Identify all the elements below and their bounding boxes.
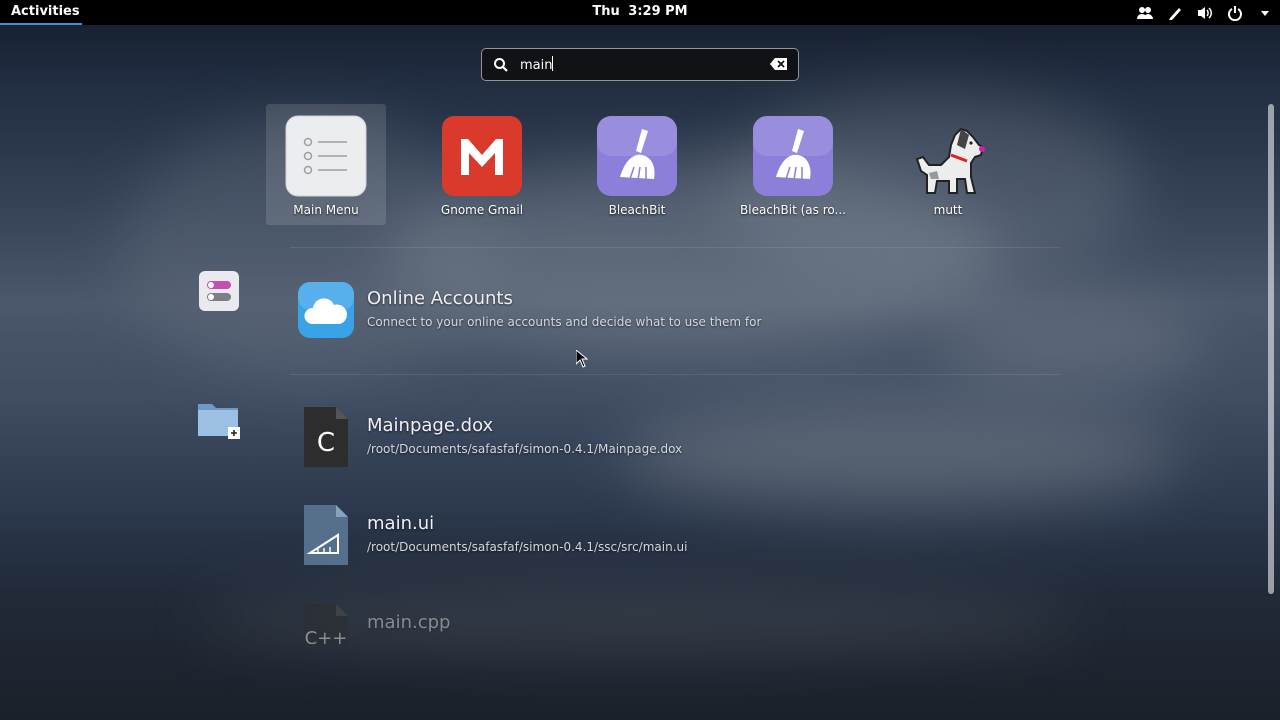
search-input[interactable]: main	[520, 56, 770, 73]
gmail-icon	[441, 115, 523, 197]
result-title: Online Accounts	[367, 288, 513, 309]
app-mutt[interactable]: mutt	[888, 104, 1008, 225]
results-scrollbar[interactable]	[1268, 104, 1274, 594]
result-title: main.ui	[367, 513, 435, 534]
clock-day: Thu	[592, 4, 620, 19]
bleachbit-icon	[596, 115, 678, 197]
separator	[290, 374, 1060, 375]
top-bar: Activities Thu 3:29 PM	[0, 0, 1280, 25]
clock[interactable]: Thu 3:29 PM	[0, 0, 1280, 24]
ui-file-icon	[296, 505, 356, 567]
result-online-accounts[interactable]: Online Accounts Connect to your online a…	[296, 280, 996, 344]
result-subtitle: /root/Documents/safasfaf/simon-0.4.1/ssc…	[367, 540, 688, 554]
clock-time: 3:29 PM	[628, 4, 688, 19]
result-subtitle: Connect to your online accounts and deci…	[367, 315, 762, 329]
search-icon	[492, 56, 510, 74]
people-icon[interactable]	[1136, 4, 1154, 22]
app-gnome-gmail[interactable]: Gnome Gmail	[422, 104, 542, 225]
app-label: mutt	[933, 203, 963, 217]
edit-pen-icon[interactable]	[1166, 4, 1184, 22]
app-label: Main Menu	[293, 203, 359, 217]
volume-icon[interactable]	[1196, 4, 1214, 22]
result-subtitle: /root/Documents/safasfaf/simon-0.4.1/Mai…	[367, 442, 683, 456]
app-main-menu[interactable]: Main Menu	[266, 104, 386, 225]
app-bleachbit-root[interactable]: BleachBit (as ro...	[733, 104, 853, 225]
c-source-file-icon: C	[296, 407, 356, 469]
main-menu-icon	[285, 115, 367, 197]
svg-text:C: C	[317, 428, 335, 458]
search-entry[interactable]: main	[481, 48, 799, 81]
clear-icon[interactable]	[770, 56, 788, 74]
bleachbit-icon	[752, 115, 834, 197]
mutt-dog-icon	[907, 115, 989, 197]
app-label: Gnome Gmail	[440, 203, 524, 217]
result-main-cpp[interactable]: C++ main.cpp	[296, 604, 996, 644]
result-mainpage-dox[interactable]: C Mainpage.dox /root/Documents/safasfaf/…	[296, 407, 996, 471]
cpp-file-icon: C++	[296, 604, 356, 644]
result-title: main.cpp	[367, 612, 451, 633]
separator	[290, 247, 1060, 248]
result-main-ui[interactable]: main.ui /root/Documents/safasfaf/simon-0…	[296, 505, 996, 569]
svg-text:C++: C++	[305, 628, 348, 644]
app-bleachbit[interactable]: BleachBit	[577, 104, 697, 225]
app-label: BleachBit (as ro...	[740, 203, 846, 217]
app-label: BleachBit	[608, 203, 666, 217]
cloud-icon	[296, 280, 356, 342]
settings-provider-icon[interactable]	[198, 270, 242, 314]
files-provider-icon[interactable]	[197, 398, 241, 442]
result-title: Mainpage.dox	[367, 415, 494, 436]
mouse-pointer-icon	[575, 348, 589, 368]
dropdown-arrow-icon[interactable]	[1256, 4, 1274, 22]
system-tray	[1136, 0, 1274, 25]
power-icon[interactable]	[1226, 4, 1244, 22]
